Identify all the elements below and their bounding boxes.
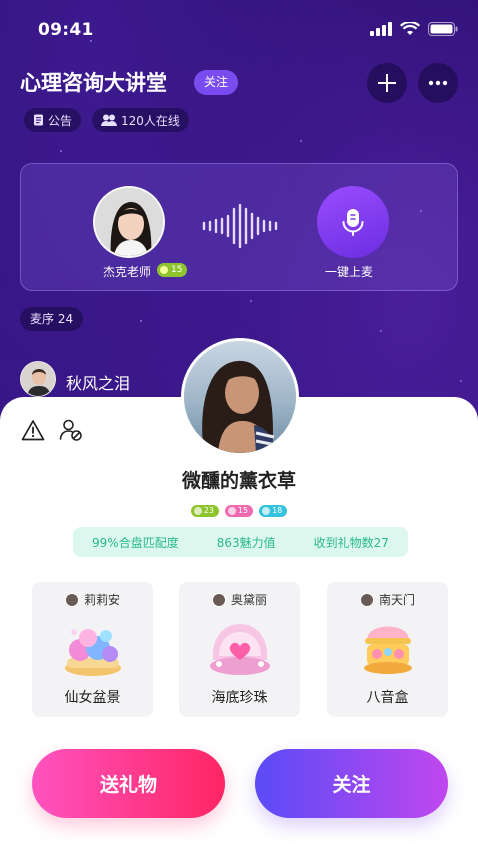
host-avatar[interactable] [93, 186, 165, 258]
document-icon [34, 114, 43, 126]
host-portrait [95, 188, 163, 256]
signal-icon [370, 22, 392, 36]
follow-user-button[interactable]: 关注 [255, 749, 448, 818]
profile-stats: 99%合盘匹配度 863魅力值 收到礼物数27 [73, 527, 408, 557]
gift-sender: 莉莉安 [83, 593, 120, 607]
gift-card[interactable]: 莉莉安 仙女盆景 [32, 582, 153, 717]
host-level-badge: 15 [157, 263, 188, 277]
online-count: 120人在线 [121, 113, 180, 128]
status-bar: 09:41 [0, 0, 478, 60]
sparkle-icon [378, 74, 396, 92]
notice-chip[interactable]: 公告 [24, 108, 82, 132]
block-user-button[interactable] [58, 417, 84, 443]
gift-sender: 奥黛丽 [230, 593, 267, 607]
sender-avatar [64, 592, 79, 607]
block-user-icon [59, 419, 82, 441]
mic-queue-chip[interactable]: 麦序 24 [20, 307, 84, 331]
wifi-icon [400, 22, 420, 35]
notice-label: 公告 [48, 113, 73, 128]
gift-name: 海底珍珠 [211, 690, 268, 706]
users-icon [101, 114, 117, 126]
more-button[interactable] [418, 63, 458, 103]
room-title: 心理咨询大讲堂 [20, 71, 167, 95]
share-button[interactable] [367, 63, 407, 103]
sender-avatar [211, 592, 226, 607]
send-gift-button[interactable]: 送礼物 [32, 749, 225, 818]
more-dots-icon [428, 80, 448, 86]
status-time: 09:41 [38, 20, 94, 40]
host-name: 杰克老师 [103, 265, 152, 279]
match-rate: 99%合盘匹配度 [92, 535, 179, 550]
join-mic-button[interactable] [317, 186, 389, 258]
wealth-badge: 18 [259, 505, 288, 517]
report-button[interactable] [20, 417, 46, 443]
profile-avatar[interactable] [181, 338, 299, 456]
online-count-chip[interactable]: 120人在线 [92, 108, 189, 132]
fairy-bonsai-icon [65, 629, 121, 676]
gift-name: 仙女盆景 [64, 690, 121, 706]
gifts-received: 收到礼物数27 [313, 535, 389, 550]
voice-stage-card: 杰克老师 15 一键上麦 [20, 163, 458, 291]
charm-badge: 15 [224, 505, 254, 517]
level-badge: 23 [190, 505, 219, 517]
sound-wave-icon [202, 204, 278, 248]
gift-card[interactable]: 南天门 八音盒 [327, 582, 448, 717]
gift-sender: 南天门 [378, 593, 415, 607]
follow-room-button[interactable]: 关注 [194, 70, 239, 95]
music-box-icon [364, 626, 412, 674]
gift-card[interactable]: 奥黛丽 海底珍珠 [179, 582, 300, 717]
microphone-icon [342, 209, 364, 236]
profile-portrait [184, 341, 296, 453]
warning-icon [21, 420, 45, 441]
charm-value: 863魅力值 [216, 535, 276, 550]
sender-avatar [359, 592, 374, 607]
gift-name: 八音盒 [366, 690, 409, 706]
list-user-avatar[interactable] [20, 361, 56, 397]
join-mic-label: 一键上麦 [325, 265, 374, 279]
profile-badges: 23 15 18 [0, 505, 478, 517]
profile-name: 微醺的薰衣草 [181, 470, 296, 492]
sea-pearl-icon [210, 624, 270, 675]
battery-icon [428, 22, 458, 36]
list-user-name: 秋风之泪 [66, 374, 131, 393]
